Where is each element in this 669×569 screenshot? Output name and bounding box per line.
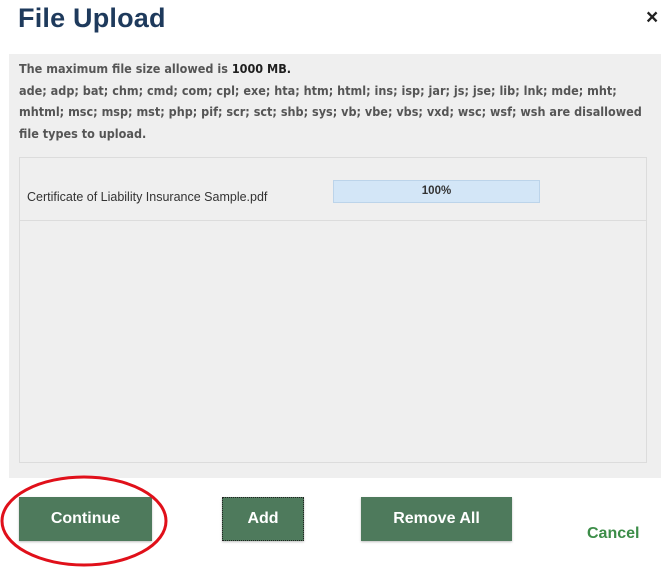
continue-button[interactable]: Continue bbox=[19, 497, 152, 541]
upload-info: The maximum file size allowed is 1000 MB… bbox=[19, 58, 657, 144]
dialog-title: File Upload bbox=[18, 3, 166, 33]
upload-progress-bar: 100% bbox=[333, 180, 540, 203]
close-icon[interactable]: × bbox=[646, 6, 658, 30]
cancel-link[interactable]: Cancel bbox=[587, 525, 639, 543]
upload-progress-label: 100% bbox=[421, 185, 452, 197]
file-list: Certificate of Liability Insurance Sampl… bbox=[19, 157, 647, 463]
disallowed-types-text: ade; adp; bat; chm; cmd; com; cpl; exe; … bbox=[19, 82, 642, 141]
max-size-label: The maximum file size allowed is bbox=[19, 61, 232, 76]
add-button[interactable]: Add bbox=[222, 497, 304, 541]
max-size-value: 1000 MB. bbox=[231, 61, 292, 76]
remove-all-button[interactable]: Remove All bbox=[361, 497, 512, 541]
upload-panel: The maximum file size allowed is 1000 MB… bbox=[9, 54, 661, 478]
file-row: Certificate of Liability Insurance Sampl… bbox=[20, 170, 646, 221]
file-name: Certificate of Liability Insurance Sampl… bbox=[27, 190, 268, 204]
